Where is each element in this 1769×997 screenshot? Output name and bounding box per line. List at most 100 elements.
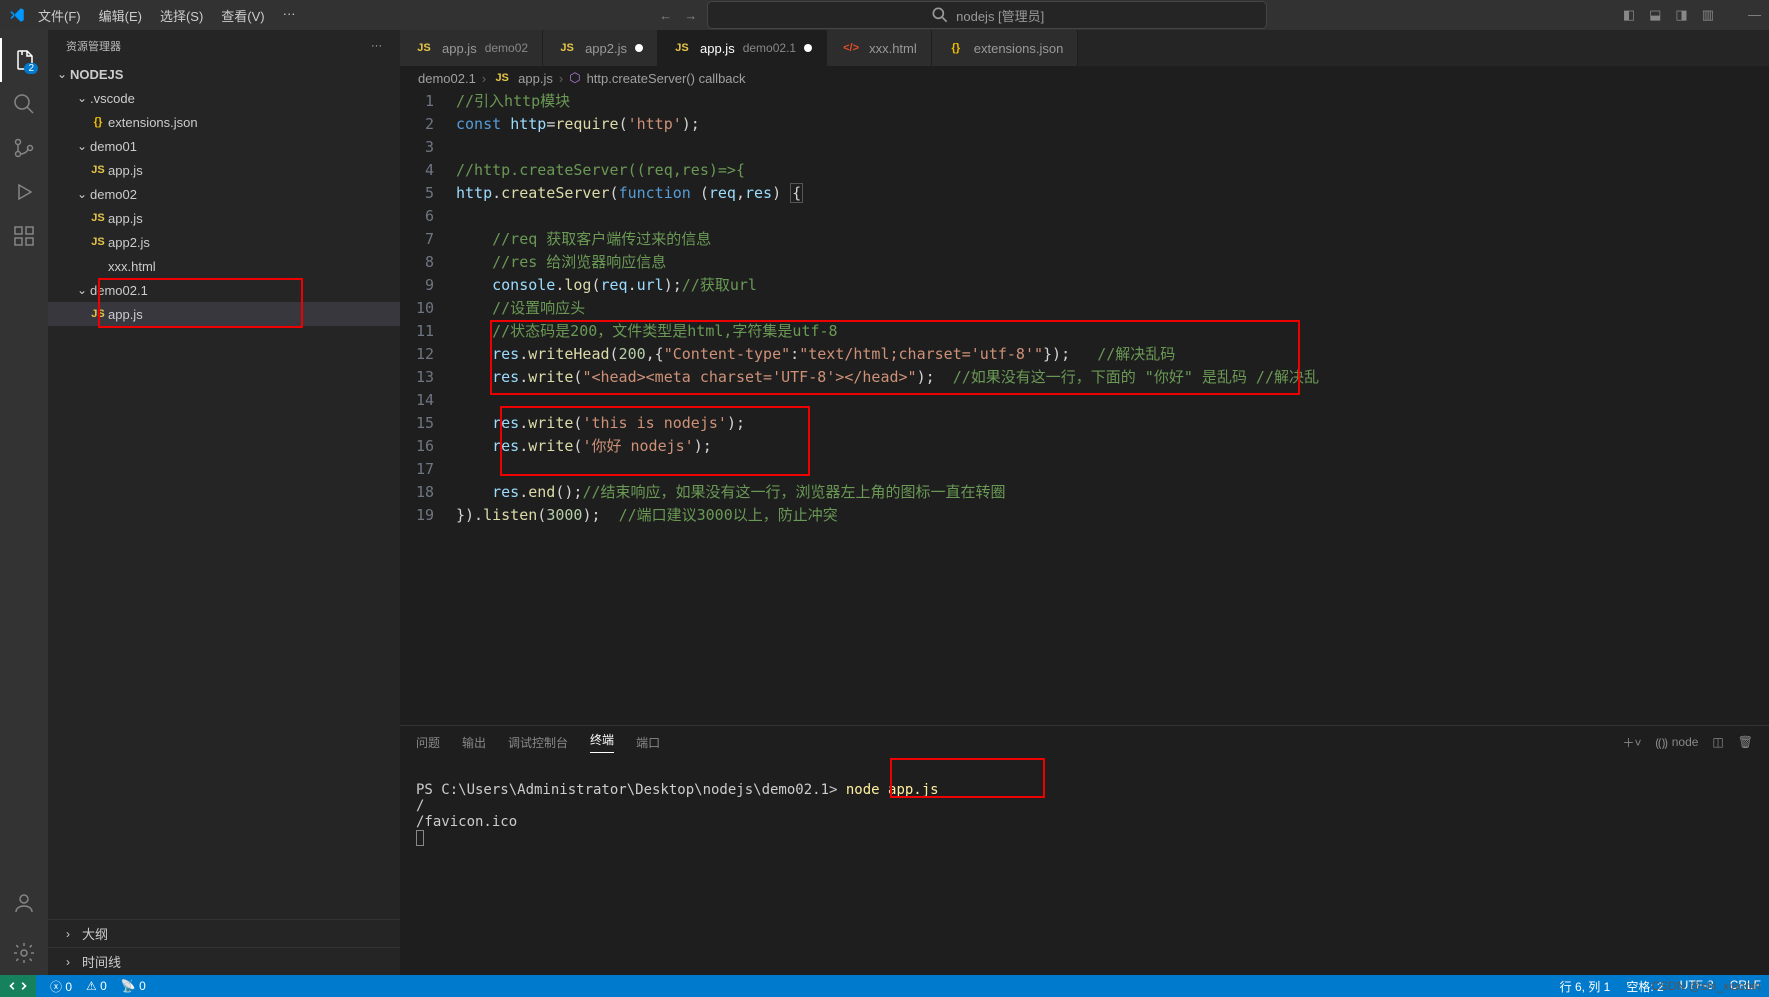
status-ports[interactable]: 📡 0 (121, 979, 146, 993)
tree-root[interactable]: ⌄ NODEJS (48, 62, 400, 86)
nav-forward-icon[interactable]: → (684, 8, 697, 23)
menu-item[interactable]: ··· (275, 2, 304, 29)
file-label: app.js (108, 163, 143, 178)
js-icon: JS (88, 308, 108, 320)
tree-folder[interactable]: ⌄demo01 (48, 134, 400, 158)
code-lines[interactable]: //引入http模块 const http=require('http'); /… (456, 90, 1769, 725)
tree-folder[interactable]: ⌄demo02.1 (48, 278, 400, 302)
chevron-down-icon: ⌄ (54, 67, 70, 81)
explorer-title: 资源管理器 (66, 38, 121, 54)
tree-file[interactable]: JSapp.js (48, 206, 400, 230)
chevron-down-icon: ⌄ (74, 187, 90, 201)
code-editor[interactable]: 12345678910111213141516171819 //引入http模块… (400, 90, 1769, 725)
panel-tab[interactable]: 终端 (590, 731, 614, 753)
terminal-command: node app.js (846, 782, 939, 798)
timeline-section[interactable]: ›时间线 (48, 947, 400, 975)
watermark: CSDN @shi_xiaobin (1651, 979, 1761, 993)
file-label: app2.js (108, 235, 150, 250)
debug-activity-icon[interactable] (0, 170, 48, 214)
panel-tab[interactable]: 输出 (462, 734, 486, 751)
file-label: app.js (108, 307, 143, 322)
tree-file[interactable]: {}extensions.json (48, 110, 400, 134)
command-center-search[interactable]: nodejs [管理员] (707, 1, 1267, 29)
search-icon (930, 5, 950, 25)
scm-activity-icon[interactable] (0, 126, 48, 170)
method-icon: ⬡ (569, 70, 580, 86)
layout-sidebar-right-icon[interactable]: ◨ (1675, 7, 1687, 23)
timeline-label: 时间线 (82, 952, 121, 971)
dirty-dot-icon (635, 44, 643, 52)
title-bar: 文件(F)编辑(E)选择(S)查看(V)··· ← → nodejs [管理员]… (0, 0, 1769, 30)
tab-label: app.js (442, 41, 477, 56)
terminal-cursor (416, 830, 424, 846)
status-warnings[interactable]: ⚠ 0 (86, 979, 107, 993)
panel-tab[interactable]: 端口 (636, 734, 660, 751)
tree-file[interactable]: JSapp.js (48, 302, 400, 326)
tree-file[interactable]: JSapp.js (48, 158, 400, 182)
status-cursor-pos[interactable]: 行 6, 列 1 (1560, 978, 1611, 995)
line-gutter: 12345678910111213141516171819 (400, 90, 456, 725)
minimize-icon[interactable]: — (1748, 7, 1761, 23)
editor-area: JSapp.jsdemo02JSapp2.jsJSapp.jsdemo02.1<… (400, 30, 1769, 975)
editor-tab[interactable]: {}extensions.json (932, 30, 1079, 66)
tree-file[interactable]: xxx.html (48, 254, 400, 278)
menu-item[interactable]: 选择(S) (152, 2, 211, 29)
more-icon[interactable]: ··· (371, 40, 382, 52)
editor-tab[interactable]: JSapp.jsdemo02 (400, 30, 543, 66)
status-bar: ⓧ 0 ⚠ 0 📡 0 行 6, 列 1 空格: 2 UTF-8 CRLF (0, 975, 1769, 997)
editor-tab[interactable]: JSapp.jsdemo02.1 (658, 30, 827, 66)
panel-tab[interactable]: 调试控制台 (508, 734, 568, 751)
breadcrumb-file: app.js (518, 71, 553, 86)
explorer-activity-icon[interactable]: 2 (0, 38, 48, 82)
panel-tabs: 问题 输出 调试控制台 终端 端口 ＋˅ ⸨⸩ node ◫ 🗑 (400, 726, 1769, 758)
tree-folder[interactable]: ⌄.vscode (48, 86, 400, 110)
dirty-dot-icon (804, 44, 812, 52)
js-icon: JS (88, 164, 108, 176)
nav-back-icon[interactable]: ← (659, 8, 672, 23)
tab-label: app2.js (585, 41, 627, 56)
new-terminal-icon[interactable]: ＋˅ (1623, 734, 1642, 751)
bottom-panel: 问题 输出 调试控制台 终端 端口 ＋˅ ⸨⸩ node ◫ 🗑 PS C:\Users… (400, 725, 1769, 975)
menu-item[interactable]: 编辑(E) (91, 2, 150, 29)
split-terminal-icon[interactable]: ◫ (1712, 735, 1723, 749)
layout-sidebar-icon[interactable]: ◧ (1623, 7, 1635, 23)
terminal-output[interactable]: PS C:\Users\Administrator\Desktop\nodejs… (400, 758, 1769, 975)
tab-label: extensions.json (974, 41, 1064, 56)
menu-item[interactable]: 查看(V) (213, 2, 272, 29)
breadcrumb-folder: demo02.1 (418, 71, 476, 86)
tree-file[interactable]: JSapp2.js (48, 230, 400, 254)
terminal-stdout: / /favicon.ico (416, 798, 517, 830)
chevron-down-icon: ⌄ (74, 91, 90, 105)
json-icon: {} (88, 116, 108, 128)
terminal-shell-icon[interactable]: ⸨⸩ node (1656, 734, 1699, 751)
chevron-down-icon: ⌄ (74, 139, 90, 153)
file-label: extensions.json (108, 115, 198, 130)
accounts-activity-icon[interactable] (0, 881, 48, 925)
terminal-prompt: PS C:\Users\Administrator\Desktop\nodejs… (416, 782, 837, 798)
extensions-activity-icon[interactable] (0, 214, 48, 258)
outline-section[interactable]: ›大纲 (48, 919, 400, 947)
editor-tab[interactable]: JSapp2.js (543, 30, 658, 66)
breadcrumb[interactable]: demo02.1 › JS app.js › ⬡ http.createServ… (400, 66, 1769, 90)
folder-label: demo01 (90, 139, 137, 154)
search-activity-icon[interactable] (0, 82, 48, 126)
activity-bar: 2 (0, 30, 48, 975)
remote-indicator[interactable] (0, 975, 36, 997)
panel-tab[interactable]: 问题 (416, 734, 440, 751)
file-label: xxx.html (108, 259, 156, 274)
trash-icon[interactable]: 🗑 (1738, 735, 1753, 749)
editor-tab[interactable]: </>xxx.html (827, 30, 932, 66)
tab-suffix: demo02 (485, 41, 528, 55)
status-errors[interactable]: ⓧ 0 (50, 978, 72, 995)
chevron-down-icon: ⌄ (74, 283, 90, 297)
layout-customize-icon[interactable]: ▥ (1702, 7, 1714, 23)
root-folder-label: NODEJS (70, 67, 123, 82)
tree-folder[interactable]: ⌄demo02 (48, 182, 400, 206)
layout-panel-icon[interactable]: ⬓ (1649, 7, 1661, 23)
main-menu: 文件(F)编辑(E)选择(S)查看(V)··· (30, 2, 304, 29)
menu-item[interactable]: 文件(F) (30, 2, 89, 29)
js-icon: JS (88, 212, 108, 224)
js-icon: JS (88, 236, 108, 248)
tab-suffix: demo02.1 (743, 41, 796, 55)
settings-activity-icon[interactable] (0, 931, 48, 975)
